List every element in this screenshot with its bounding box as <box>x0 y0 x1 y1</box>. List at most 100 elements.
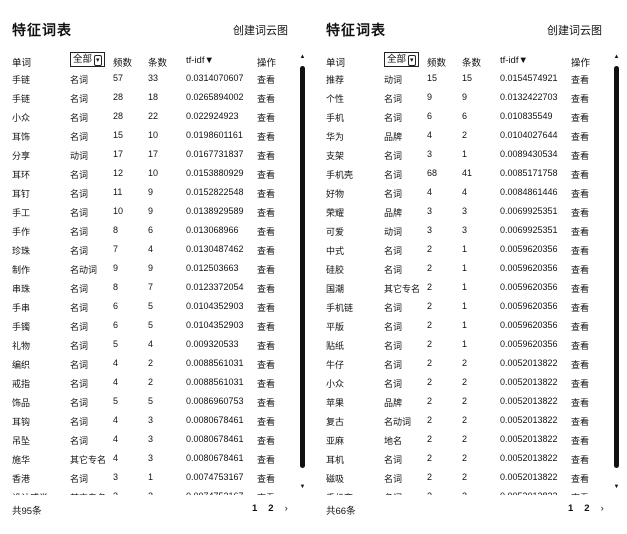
view-link[interactable]: 查看 <box>257 244 275 257</box>
pos-cell: 名词 <box>70 246 89 256</box>
tfidf-cell: 0.0104027644 <box>500 130 558 140</box>
scrollbar-thumb[interactable] <box>300 66 305 468</box>
view-link[interactable]: 查看 <box>257 472 275 485</box>
view-link[interactable]: 查看 <box>571 301 589 314</box>
freq-cell: 4 <box>113 415 119 425</box>
tfidf-cell: 0.0167731837 <box>186 149 244 159</box>
next-page-icon[interactable]: › <box>601 503 604 514</box>
page-1-button[interactable]: 1 <box>568 503 573 514</box>
word-cell: 耳钉 <box>12 189 31 199</box>
view-link[interactable]: 查看 <box>571 282 589 295</box>
view-link[interactable]: 查看 <box>257 301 275 314</box>
panel-title: 特征词表 <box>12 22 72 38</box>
view-link[interactable]: 查看 <box>571 168 589 181</box>
pos-filter-select[interactable]: 全部 ▾ <box>70 52 105 67</box>
docs-cell: 2 <box>462 472 468 482</box>
docs-cell: 17 <box>148 149 159 159</box>
view-link[interactable]: 查看 <box>257 149 275 162</box>
view-link[interactable]: 查看 <box>571 111 589 124</box>
freq-cell: 5 <box>113 339 119 349</box>
word-cell: 耳环 <box>12 170 31 180</box>
word-cell: 分享 <box>12 151 31 161</box>
page-2-button[interactable]: 2 <box>584 503 589 514</box>
tfidf-cell: 0.0132422703 <box>500 92 558 102</box>
view-link[interactable]: 查看 <box>571 149 589 162</box>
create-wordcloud-button[interactable]: 创建词云图 <box>547 22 602 38</box>
table-row: 耳饰 名词 15 10 0.0198601161 查看 <box>0 127 300 146</box>
right-feature-panel: 特征词表 创建词云图 单词 全部 ▾ 频数 条数 tf-idf▼ 操作 推荐 动词 15 15 0.015… <box>314 0 627 534</box>
docs-cell: 9 <box>148 206 154 216</box>
view-link[interactable]: 查看 <box>257 434 275 447</box>
view-link[interactable]: 查看 <box>257 168 275 181</box>
view-link[interactable]: 查看 <box>571 415 589 428</box>
view-link[interactable]: 查看 <box>571 263 589 276</box>
view-link[interactable]: 查看 <box>571 472 589 485</box>
view-link[interactable]: 查看 <box>257 453 275 466</box>
view-link[interactable]: 查看 <box>571 377 589 390</box>
column-header-tfidf[interactable]: tf-idf▼ <box>186 55 214 66</box>
view-link[interactable]: 查看 <box>571 491 589 495</box>
freq-cell: 3 <box>113 491 118 495</box>
column-header-tfidf[interactable]: tf-idf▼ <box>500 55 528 66</box>
tfidf-cell: 0.0052013822 <box>500 472 558 482</box>
scroll-up-arrow-icon[interactable]: ▲ <box>299 54 306 60</box>
view-link[interactable]: 查看 <box>257 225 275 238</box>
page-2-button[interactable]: 2 <box>268 503 273 514</box>
view-link[interactable]: 查看 <box>571 453 589 466</box>
page-1-button[interactable]: 1 <box>252 503 257 514</box>
view-link[interactable]: 查看 <box>257 187 275 200</box>
view-link[interactable]: 查看 <box>257 73 275 86</box>
next-page-icon[interactable]: › <box>285 503 288 514</box>
scrollbar-thumb[interactable] <box>614 66 619 468</box>
scroll-up-arrow-icon[interactable]: ▲ <box>613 54 620 60</box>
view-link[interactable]: 查看 <box>257 377 275 390</box>
view-link[interactable]: 查看 <box>257 111 275 124</box>
freq-cell: 2 <box>427 396 433 406</box>
view-link[interactable]: 查看 <box>257 491 275 495</box>
tfidf-cell: 0.0052013822 <box>500 358 558 368</box>
pos-cell: 其它专名 <box>70 491 106 495</box>
scroll-down-arrow-icon[interactable]: ▼ <box>299 484 306 490</box>
view-link[interactable]: 查看 <box>571 358 589 371</box>
total-count: 共66条 <box>326 506 356 517</box>
view-link[interactable]: 查看 <box>257 206 275 219</box>
vertical-scrollbar[interactable]: ▲ ▼ <box>299 54 306 490</box>
view-link[interactable]: 查看 <box>257 320 275 333</box>
view-link[interactable]: 查看 <box>571 320 589 333</box>
pos-filter-select[interactable]: 全部 ▾ <box>384 52 419 67</box>
view-link[interactable]: 查看 <box>571 187 589 200</box>
view-link[interactable]: 查看 <box>257 358 275 371</box>
view-link[interactable]: 查看 <box>571 339 589 352</box>
view-link[interactable]: 查看 <box>571 225 589 238</box>
table-row: 施华 其它专名 4 3 0.0080678461 查看 <box>0 450 300 469</box>
table-row: 磁吸 名词 2 2 0.0052013822 查看 <box>314 469 614 488</box>
view-link[interactable]: 查看 <box>257 130 275 143</box>
view-link[interactable]: 查看 <box>257 282 275 295</box>
view-link[interactable]: 查看 <box>257 92 275 105</box>
freq-cell: 5 <box>113 396 119 406</box>
tfidf-cell: 0.009320533 <box>186 339 239 349</box>
word-cell: 国潮 <box>326 284 345 294</box>
view-link[interactable]: 查看 <box>257 339 275 352</box>
pos-cell: 名动词 <box>384 417 412 427</box>
vertical-scrollbar[interactable]: ▲ ▼ <box>613 54 620 490</box>
view-link[interactable]: 查看 <box>257 396 275 409</box>
view-link[interactable]: 查看 <box>257 415 275 428</box>
table-row: 手工 名词 10 9 0.0138929589 查看 <box>0 203 300 222</box>
view-link[interactable]: 查看 <box>571 130 589 143</box>
view-link[interactable]: 查看 <box>571 92 589 105</box>
view-link[interactable]: 查看 <box>571 434 589 447</box>
view-link[interactable]: 查看 <box>571 244 589 257</box>
tfidf-cell: 0.0052013822 <box>500 396 558 406</box>
scroll-down-arrow-icon[interactable]: ▼ <box>613 484 620 490</box>
view-link[interactable]: 查看 <box>257 263 275 276</box>
pos-cell: 品牌 <box>384 208 403 218</box>
create-wordcloud-button[interactable]: 创建词云图 <box>233 22 288 38</box>
page: 特征词表 创建词云图 单词 全部 ▾ 频数 条数 tf-idf▼ 操作 手链 名词 57 33 0.031… <box>0 0 627 534</box>
word-cell: 磁吸 <box>326 474 345 484</box>
freq-cell: 8 <box>113 282 119 292</box>
view-link[interactable]: 查看 <box>571 206 589 219</box>
view-link[interactable]: 查看 <box>571 73 589 86</box>
table-row: 吊坠 名词 4 3 0.0080678461 查看 <box>0 431 300 450</box>
view-link[interactable]: 查看 <box>571 396 589 409</box>
